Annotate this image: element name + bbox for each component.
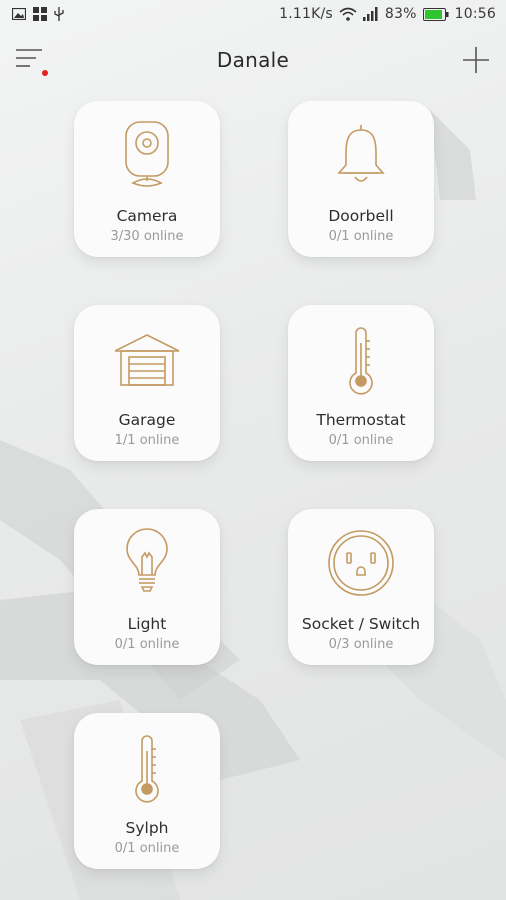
garage-icon (114, 334, 180, 386)
lightbulb-icon (126, 528, 168, 592)
device-status: 0/1 online (328, 433, 394, 448)
device-name: Socket / Switch (301, 615, 421, 633)
device-status: 0/1 online (114, 637, 180, 652)
device-tile-doorbell[interactable]: Doorbell 0/1 online (288, 101, 434, 257)
device-tile-camera[interactable]: Camera 3/30 online (74, 101, 220, 257)
device-status: 3/30 online (110, 229, 184, 244)
bell-icon (337, 125, 385, 182)
camera-icon (125, 121, 169, 187)
device-grid: Camera 3/30 online Doorbell 0/1 online G… (0, 0, 506, 900)
device-status: 0/3 online (328, 637, 394, 652)
device-name: Light (127, 615, 167, 633)
device-tile-garage[interactable]: Garage 1/1 online (74, 305, 220, 461)
device-status: 1/1 online (114, 433, 180, 448)
device-tile-socket-switch[interactable]: Socket / Switch 0/3 online (288, 509, 434, 665)
device-status: 0/1 online (328, 229, 394, 244)
thermometer-icon (349, 327, 373, 395)
device-tile-light[interactable]: Light 0/1 online (74, 509, 220, 665)
device-name: Thermostat (316, 411, 406, 429)
device-name: Camera (116, 207, 178, 225)
device-name: Garage (118, 411, 176, 429)
device-tile-thermostat[interactable]: Thermostat 0/1 online (288, 305, 434, 461)
device-name: Doorbell (328, 207, 394, 225)
thermometer-icon (135, 735, 159, 803)
device-status: 0/1 online (114, 841, 180, 856)
socket-icon (328, 530, 394, 596)
device-name: Sylph (125, 819, 169, 837)
device-tile-sylph[interactable]: Sylph 0/1 online (74, 713, 220, 869)
